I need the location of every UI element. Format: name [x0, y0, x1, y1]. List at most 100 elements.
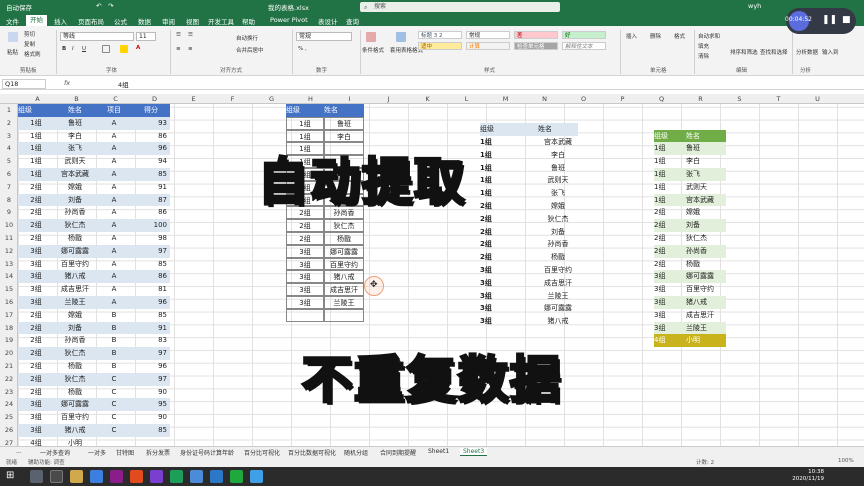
- copy-button[interactable]: 复制: [24, 40, 35, 48]
- table-cell[interactable]: 98: [132, 232, 170, 245]
- excel-taskbar-icon[interactable]: [170, 470, 183, 483]
- row-header[interactable]: 12: [0, 247, 18, 255]
- bold-icon[interactable]: B: [62, 46, 66, 52]
- table-cell[interactable]: 2组: [18, 347, 54, 360]
- table-cell[interactable]: 兰陵王: [54, 296, 96, 309]
- pivot-cell[interactable]: 张飞: [538, 187, 578, 200]
- table-cell[interactable]: 刘备: [54, 321, 96, 335]
- table-cell[interactable]: 2组: [18, 334, 54, 347]
- user-name[interactable]: wyh: [748, 2, 761, 10]
- fill-color-icon[interactable]: [120, 45, 128, 53]
- table-cell[interactable]: 李白: [324, 129, 364, 143]
- sheet-tab[interactable]: 百分比可视化: [244, 448, 280, 457]
- row-header[interactable]: 24: [0, 400, 18, 408]
- percent-icon[interactable]: % ,: [298, 46, 307, 52]
- table-cell[interactable]: A: [96, 142, 132, 156]
- table-cell[interactable]: A: [96, 296, 132, 309]
- table-cell[interactable]: A: [96, 219, 132, 232]
- table-cell[interactable]: 杨戬: [54, 386, 96, 399]
- row-header[interactable]: 8: [0, 196, 18, 204]
- column-header[interactable]: H: [291, 95, 330, 103]
- table-cell[interactable]: 1组: [654, 142, 686, 156]
- table-cell[interactable]: C: [96, 398, 132, 412]
- table-cell[interactable]: 85: [132, 424, 170, 437]
- column-header[interactable]: N: [525, 95, 564, 103]
- align-left-icon[interactable]: ≡: [176, 46, 181, 52]
- table-cell[interactable]: 2组: [18, 206, 54, 219]
- table-cell[interactable]: 娜可露露: [324, 244, 364, 258]
- table-cell[interactable]: 95: [132, 398, 170, 412]
- clock[interactable]: 10:38 2020/11/19: [792, 469, 824, 483]
- pivot-cell[interactable]: 猪八戒: [538, 315, 578, 328]
- column-header[interactable]: F: [213, 95, 252, 103]
- tab-insert[interactable]: 插入: [54, 16, 67, 26]
- table-cell[interactable]: 2组: [18, 309, 54, 322]
- table-cell[interactable]: A: [96, 244, 132, 258]
- table-cell[interactable]: B: [96, 360, 132, 373]
- table-cell[interactable]: 3组: [18, 296, 54, 309]
- pivot-cell[interactable]: 1组: [480, 174, 538, 187]
- table-cell[interactable]: 93: [132, 116, 170, 130]
- column-header[interactable]: C: [96, 95, 135, 103]
- format-cells-button[interactable]: 格式: [674, 32, 685, 40]
- align-center-icon[interactable]: ≡: [188, 46, 193, 52]
- autosave-label[interactable]: 自动保存: [6, 2, 32, 12]
- table-cell[interactable]: 孙尚香: [54, 334, 96, 347]
- table-cell[interactable]: A: [96, 116, 132, 130]
- row-header[interactable]: 11: [0, 234, 18, 242]
- table-cell[interactable]: 83: [132, 334, 170, 347]
- stop-icon[interactable]: ■: [842, 15, 851, 25]
- row-header[interactable]: 5: [0, 157, 18, 165]
- name-box[interactable]: Q18: [2, 79, 46, 89]
- table-cell[interactable]: 百里守约: [54, 258, 96, 271]
- table-cell[interactable]: 杨戬: [54, 232, 96, 245]
- table-cell[interactable]: 小明: [686, 334, 726, 348]
- sheet-tab[interactable]: 随机分组: [344, 448, 368, 457]
- pause-icon[interactable]: ❚❚: [822, 15, 837, 25]
- table-cell[interactable]: 2组: [654, 244, 686, 258]
- table-cell[interactable]: 96: [132, 142, 170, 156]
- sheet-tab[interactable]: 拆分发票: [146, 448, 170, 457]
- number-format-select[interactable]: 常规: [296, 32, 352, 41]
- pivot-cell[interactable]: 1组: [480, 187, 538, 200]
- table-cell[interactable]: 宫本武藏: [686, 193, 726, 207]
- table-cell[interactable]: 1组: [286, 129, 324, 143]
- clear-button[interactable]: 清除: [698, 52, 709, 60]
- column-header[interactable]: Q: [642, 95, 681, 103]
- row-header[interactable]: 23: [0, 388, 18, 396]
- sheet-tab[interactable]: 一对多查询: [40, 448, 70, 457]
- table-cell[interactable]: 1组: [18, 168, 54, 181]
- table-cell[interactable]: 鲁班: [54, 116, 96, 130]
- column-header[interactable]: R: [681, 95, 720, 103]
- table-cell[interactable]: 96: [132, 360, 170, 373]
- table-cell[interactable]: 成吉思汗: [324, 283, 364, 296]
- pivot-cell[interactable]: 武则天: [538, 174, 578, 187]
- table-cell[interactable]: 嫦娥: [54, 181, 96, 194]
- column-header[interactable]: M: [486, 95, 525, 103]
- sort-filter-button[interactable]: 排序和筛选: [730, 48, 758, 56]
- pivot-cell[interactable]: 娜可露露: [538, 302, 578, 315]
- sheet-tab[interactable]: 一对多: [88, 448, 106, 457]
- search-box[interactable]: ⌕ 搜索: [360, 2, 560, 12]
- tab-page-layout[interactable]: 页面布局: [78, 16, 104, 26]
- tab-file[interactable]: 文件: [6, 16, 19, 26]
- table-cell[interactable]: 3组: [654, 270, 686, 284]
- table-cell[interactable]: 武则天: [686, 181, 726, 194]
- app-icon[interactable]: [150, 470, 163, 483]
- row-header[interactable]: 25: [0, 413, 18, 421]
- insert-cells-button[interactable]: 插入: [626, 32, 637, 40]
- column-header[interactable]: A: [18, 95, 57, 103]
- table-cell[interactable]: 嫦娥: [686, 206, 726, 219]
- align-top-icon[interactable]: ☰: [176, 32, 181, 38]
- pivot-cell[interactable]: 2组: [480, 238, 538, 251]
- table-header[interactable]: 姓名: [54, 104, 96, 117]
- zoom-level[interactable]: 100%: [838, 458, 854, 464]
- save-to-button[interactable]: 输入到: [822, 48, 839, 56]
- undo-icon[interactable]: ↶: [96, 2, 101, 10]
- table-cell[interactable]: 2组: [654, 232, 686, 245]
- table-cell[interactable]: 2组: [18, 360, 54, 373]
- table-cell[interactable]: 2组: [654, 258, 686, 271]
- premiere-icon[interactable]: [110, 470, 123, 483]
- style-good[interactable]: 好: [562, 31, 606, 39]
- italic-icon[interactable]: I: [72, 46, 74, 52]
